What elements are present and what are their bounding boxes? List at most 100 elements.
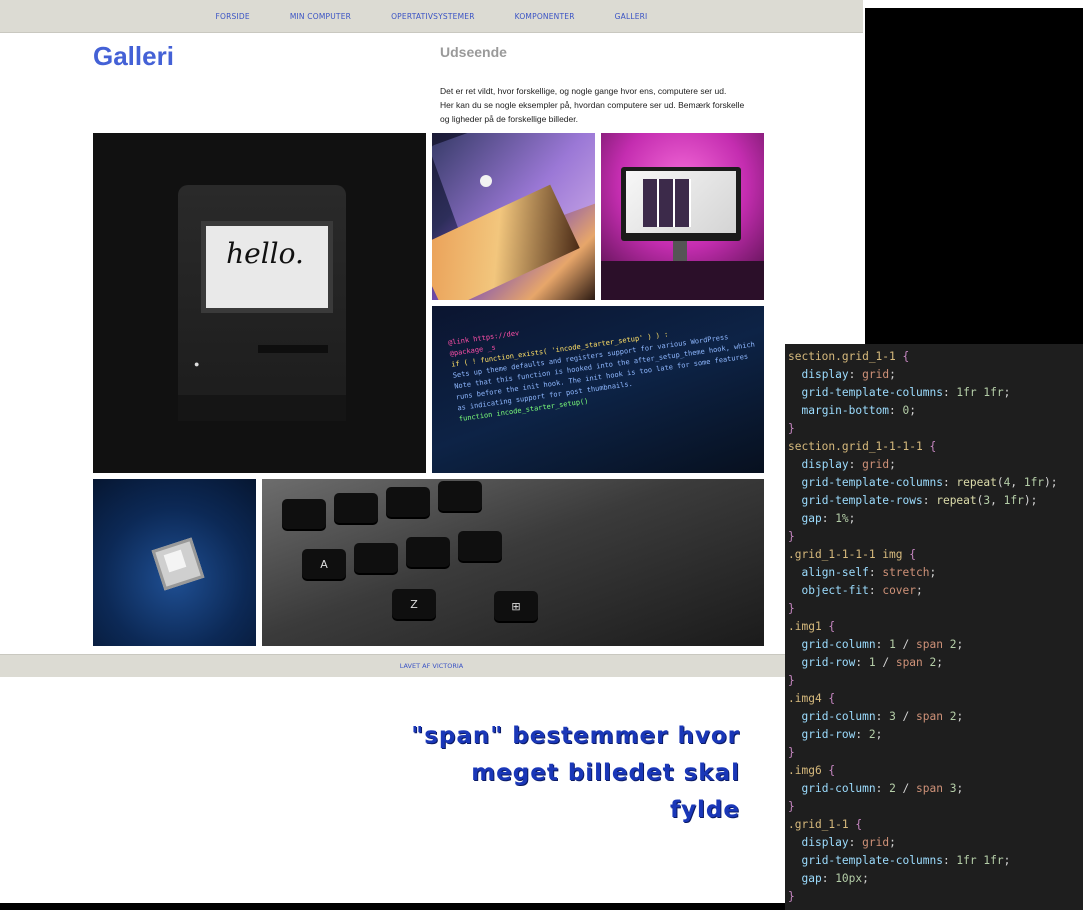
code-token: ;	[956, 710, 964, 723]
code-token: repeat	[936, 494, 977, 507]
code-token: .grid_1-1	[788, 818, 856, 831]
code-token: :	[942, 476, 957, 489]
code-token: grid	[862, 836, 890, 849]
code-line: grid-column: 1 / span 2;	[788, 636, 1083, 654]
code-token: {	[929, 440, 937, 453]
code-token: grid-row	[801, 656, 856, 669]
code-token: grid-template-columns	[801, 386, 943, 399]
code-line: margin-bottom: 0;	[788, 402, 1083, 420]
footer-credit: LAVET AF VICTORIA	[399, 662, 464, 670]
code-token: ;	[909, 404, 917, 417]
code-token: display	[801, 368, 849, 381]
code-line: .grid_1-1 {	[788, 816, 1083, 834]
code-token: section.grid_1-1-1-1	[788, 440, 930, 453]
code-line: display: grid;	[788, 834, 1083, 852]
nav-link-forside[interactable]: FORSIDE	[216, 12, 250, 21]
code-token: grid	[862, 368, 890, 381]
nav-link-galleri[interactable]: GALLERI	[615, 12, 648, 21]
code-token: {	[828, 620, 836, 633]
code-token: 1fr 1fr	[956, 854, 1004, 867]
mac-hello-text: hello.	[226, 237, 304, 270]
gallery-image-cpu-chip	[93, 479, 256, 646]
code-line: section.grid_1-1-1-1 {	[788, 438, 1083, 456]
code-line: display: grid;	[788, 366, 1083, 384]
intro-text: Det er ret vildt, hvor forskellige, og n…	[440, 84, 750, 126]
code-token: {	[902, 350, 910, 363]
code-token: :	[848, 368, 863, 381]
keyboard-key	[438, 481, 482, 511]
code-token: :	[942, 386, 957, 399]
code-token: ;	[1003, 386, 1011, 399]
code-token: grid	[862, 458, 890, 471]
nav-link-min-computer[interactable]: MIN COMPUTER	[290, 12, 351, 21]
code-token: grid-template-columns	[801, 476, 943, 489]
intro-line-2: Her kan du se nogle eksempler på, hvorda…	[440, 100, 745, 110]
code-token: ,	[990, 494, 1004, 507]
code-token: }	[788, 890, 795, 903]
code-token: }	[788, 800, 795, 813]
code-token: cover	[882, 584, 917, 597]
code-token: {	[828, 692, 836, 705]
code-token: :	[868, 584, 883, 597]
apple-logo-icon	[480, 175, 492, 187]
code-token: /	[895, 710, 917, 723]
keyboard-key	[334, 493, 378, 523]
code-token: :	[868, 566, 883, 579]
top-navbar: FORSIDE MIN COMPUTER OPERTATIVSYSTEMER K…	[0, 0, 863, 33]
code-line: }	[788, 600, 1083, 618]
code-token: :	[922, 494, 937, 507]
code-token: ;	[889, 458, 896, 471]
code-line: .img4 {	[788, 690, 1083, 708]
code-token: .grid_1-1-1-1 img	[788, 548, 910, 561]
keyboard-key-z: Z	[392, 589, 436, 619]
page-footer: LAVET AF VICTORIA	[0, 654, 863, 677]
background-black-panel	[865, 8, 1083, 348]
code-token: /	[895, 638, 917, 651]
gallery-image-laptop	[432, 133, 595, 300]
code-token: :	[848, 458, 863, 471]
code-token: :	[821, 512, 836, 525]
code-token: 1fr 1fr	[956, 386, 1004, 399]
bottom-black-strip	[0, 903, 785, 910]
keyboard-key-a: A	[302, 549, 346, 579]
code-line: grid-row: 2;	[788, 726, 1083, 744]
code-token: ;	[956, 638, 964, 651]
code-token: ;	[1003, 854, 1011, 867]
page-title: Galleri	[93, 41, 174, 71]
code-token: repeat	[956, 476, 997, 489]
code-token: }	[788, 746, 795, 759]
nav-link-operativsystemer[interactable]: OPERTATIVSYSTEMER	[391, 12, 475, 21]
image-gallery: hello. ● @link https://dev @package _s i…	[93, 133, 765, 646]
keyboard-key	[386, 487, 430, 517]
code-token: /	[895, 782, 917, 795]
nav-link-komponenter[interactable]: KOMPONENTER	[515, 12, 575, 21]
gallery-image-desk-setup	[601, 133, 764, 300]
code-token: ;	[848, 512, 856, 525]
code-token: 1	[868, 656, 876, 669]
code-token: .img1	[788, 620, 829, 633]
intro-line-1: Det er ret vildt, hvor forskellige, og n…	[440, 86, 727, 96]
code-line: grid-column: 3 / span 2;	[788, 708, 1083, 726]
code-token: stretch	[882, 566, 930, 579]
code-token: ;	[956, 782, 964, 795]
code-line: grid-template-rows: repeat(3, 1fr);	[788, 492, 1083, 510]
code-token: ;	[862, 872, 869, 885]
mac-base	[178, 395, 346, 421]
code-token: 1fr	[1003, 494, 1024, 507]
keyboard-key	[282, 499, 326, 529]
code-token: :	[855, 656, 869, 669]
code-line: object-fit: cover;	[788, 582, 1083, 600]
keyboard-key	[458, 531, 502, 561]
intro-line-3: og ligheder på de forskellige billeder.	[440, 114, 578, 124]
code-token: :	[855, 728, 869, 741]
code-line: }	[788, 888, 1083, 906]
